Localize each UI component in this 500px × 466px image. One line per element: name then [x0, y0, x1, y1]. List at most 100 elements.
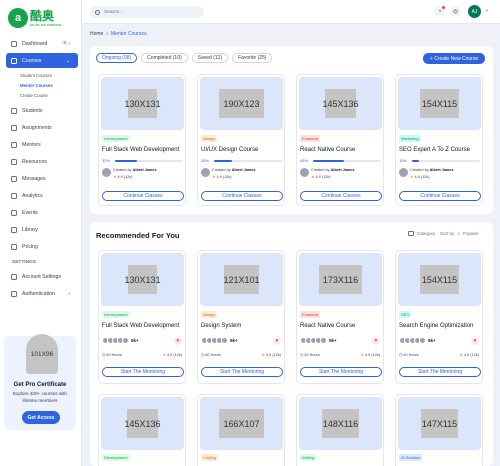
course-title[interactable]: Full Stack Web Development: [102, 147, 179, 153]
pro-certificate-promo: 101X96 Get Pro Certificate Explore 400+ …: [4, 334, 76, 430]
recommended-course-card: 154X115 SEO Search Engine Optimization 5k+ ♥…: [395, 250, 483, 384]
course-thumbnail[interactable]: 130X131: [101, 253, 184, 306]
sidebar-subitem-mentor-courses[interactable]: Mentor Courses: [20, 80, 82, 90]
rating-value: 4.9 (12k): [266, 353, 281, 357]
logo-text: 酷奥 ku ao educational: [30, 10, 61, 27]
course-title[interactable]: Full Stack Web Development: [102, 323, 179, 329]
sidebar-item-pricing[interactable]: Pricing: [6, 239, 78, 254]
course-thumbnail[interactable]: 121X101: [200, 253, 283, 306]
sidebar-subitem-create-course[interactable]: Create Course: [20, 90, 82, 100]
course-thumbnail[interactable]: 154X115: [398, 77, 481, 130]
sidebar-item-events[interactable]: Events: [6, 205, 78, 220]
course-title[interactable]: UI/UX Design Course: [201, 147, 258, 153]
category-filter[interactable]: Category: [408, 231, 435, 236]
sidebar-item-mentors[interactable]: Mentors: [6, 137, 78, 152]
rating-value: 4.9 (12k): [117, 175, 133, 179]
course-title[interactable]: React Native Course: [300, 323, 355, 329]
tab-saved[interactable]: Saved (12): [191, 53, 229, 63]
progress-bar-fill: [412, 160, 419, 162]
logo[interactable]: a 酷奥 ku ao educational: [8, 5, 72, 31]
continue-classes-button[interactable]: Continue Classes: [102, 191, 184, 201]
course-title[interactable]: SEO Expert A To Z Course: [399, 147, 470, 153]
search-input[interactable]: [104, 9, 194, 15]
resources-icon: [11, 158, 17, 165]
sidebar-item-resources[interactable]: Resources: [6, 154, 78, 169]
thumbnail-placeholder: 145X136: [322, 89, 359, 118]
course-thumbnail[interactable]: 147X115: [398, 397, 481, 450]
student-avatars: 5k+: [201, 337, 238, 344]
student-avatar: [221, 337, 228, 344]
start-mentoring-button[interactable]: Start The Mentoring: [399, 367, 481, 377]
start-mentoring-button[interactable]: Start The Mentoring: [300, 367, 382, 377]
creator-avatar: [300, 168, 309, 177]
sidebar-item-assignments[interactable]: Assignments: [6, 120, 78, 135]
start-mentoring-button[interactable]: Start The Mentoring: [201, 367, 283, 377]
sidebar: a 酷奥 ku ao educational Dashboard 9 › Cou…: [0, 0, 82, 466]
events-icon: [11, 209, 17, 216]
user-avatar[interactable]: AJ: [468, 5, 481, 18]
course-title[interactable]: React Native Course: [300, 147, 355, 153]
course-thumbnail[interactable]: 154X115: [398, 253, 481, 306]
sidebar-subitem-student-courses[interactable]: Student Courses: [20, 70, 82, 80]
tab-ongoing[interactable]: Ongoing (08): [96, 53, 138, 63]
rating: ★ 4.9 (12k): [212, 174, 231, 179]
mentors-icon: [11, 141, 17, 148]
sidebar-item-label: Assignments: [22, 124, 52, 131]
progress-percent: 26%: [201, 158, 210, 163]
settings-section-label: SETTINGS: [12, 260, 36, 265]
student-count: 5k+: [230, 338, 238, 343]
creator-prefix: Created by: [410, 168, 429, 172]
course-thumbnail[interactable]: 166X107: [200, 397, 283, 450]
sidebar-item-analytics[interactable]: Analytics: [6, 188, 78, 203]
rating-value: 4.9 (12k): [414, 175, 430, 179]
student-avatar: [419, 337, 426, 344]
globe-icon[interactable]: ◎: [450, 6, 461, 17]
create-new-course-button[interactable]: + Create New Course: [423, 53, 485, 64]
creator-name: Albert James: [330, 168, 355, 172]
course-thumbnail[interactable]: 130X131: [101, 77, 184, 130]
continue-classes-button[interactable]: Continue Classes: [399, 191, 481, 201]
course-title[interactable]: Search Engine Optimization: [399, 323, 473, 329]
sidebar-item-courses[interactable]: Courses ⌄: [6, 53, 78, 68]
category-label: Category: [417, 231, 436, 236]
continue-classes-button[interactable]: Continue Classes: [201, 191, 283, 201]
course-duration: ◷ 60 Hours: [201, 352, 221, 357]
progress-bar: [214, 160, 282, 162]
sidebar-item-library[interactable]: Library: [6, 222, 78, 237]
progress-percent: 45%: [300, 158, 309, 163]
course-title[interactable]: Design System: [201, 323, 241, 329]
progress-bar: [412, 160, 480, 162]
course-thumbnail[interactable]: 145X136: [299, 77, 382, 130]
heart-icon[interactable]: ♥: [174, 337, 182, 345]
rating: ★ 4.9 (12k): [311, 174, 330, 179]
tab-completed[interactable]: Completed (10): [141, 53, 188, 63]
heart-icon[interactable]: ♥: [471, 337, 479, 345]
breadcrumb-home[interactable]: Home: [90, 31, 103, 37]
heart-icon[interactable]: ♥: [372, 337, 380, 345]
sidebar-item-authentication[interactable]: Authentication ›: [6, 286, 78, 301]
sidebar-item-label: Mentors: [22, 141, 41, 148]
course-thumbnail[interactable]: 145X136: [101, 397, 184, 450]
course-thumbnail[interactable]: 190X123: [200, 77, 283, 130]
sidebar-item-account-settings[interactable]: Account Settings: [6, 269, 78, 284]
search-box[interactable]: [90, 6, 204, 18]
start-mentoring-button[interactable]: Start The Mentoring: [102, 367, 184, 377]
course-duration: ◷ 40 Hours: [300, 352, 320, 357]
rating: ★ 4.9 (12k): [410, 174, 429, 179]
sort-control[interactable]: Sort by ≡ Popular: [440, 231, 478, 236]
recommended-course-card: 173X116 Frontend React Native Course 5k+ ♥ ◷ …: [296, 250, 384, 384]
recommended-course-card: 147X115 AI Solution: [395, 394, 483, 466]
creator-line: Created by Albert James: [113, 168, 157, 172]
course-thumbnail[interactable]: 148X116: [299, 397, 382, 450]
heart-icon[interactable]: ♥: [273, 337, 281, 345]
course-thumbnail[interactable]: 173X116: [299, 253, 382, 306]
tab-favorite[interactable]: Favorite (25): [232, 53, 273, 63]
continue-classes-button[interactable]: Continue Classes: [300, 191, 382, 201]
sidebar-item-students[interactable]: Students: [6, 103, 78, 118]
sidebar-item-messages[interactable]: Messages: [6, 171, 78, 186]
sidebar-item-dashboard[interactable]: Dashboard 9 ›: [6, 36, 78, 51]
notification-bell-icon[interactable]: ◔: [434, 6, 445, 17]
get-access-button[interactable]: Get Access: [22, 411, 60, 424]
chevron-down-icon[interactable]: ⌄: [485, 7, 489, 13]
rating: ★ 4.9 (12k): [361, 352, 380, 357]
